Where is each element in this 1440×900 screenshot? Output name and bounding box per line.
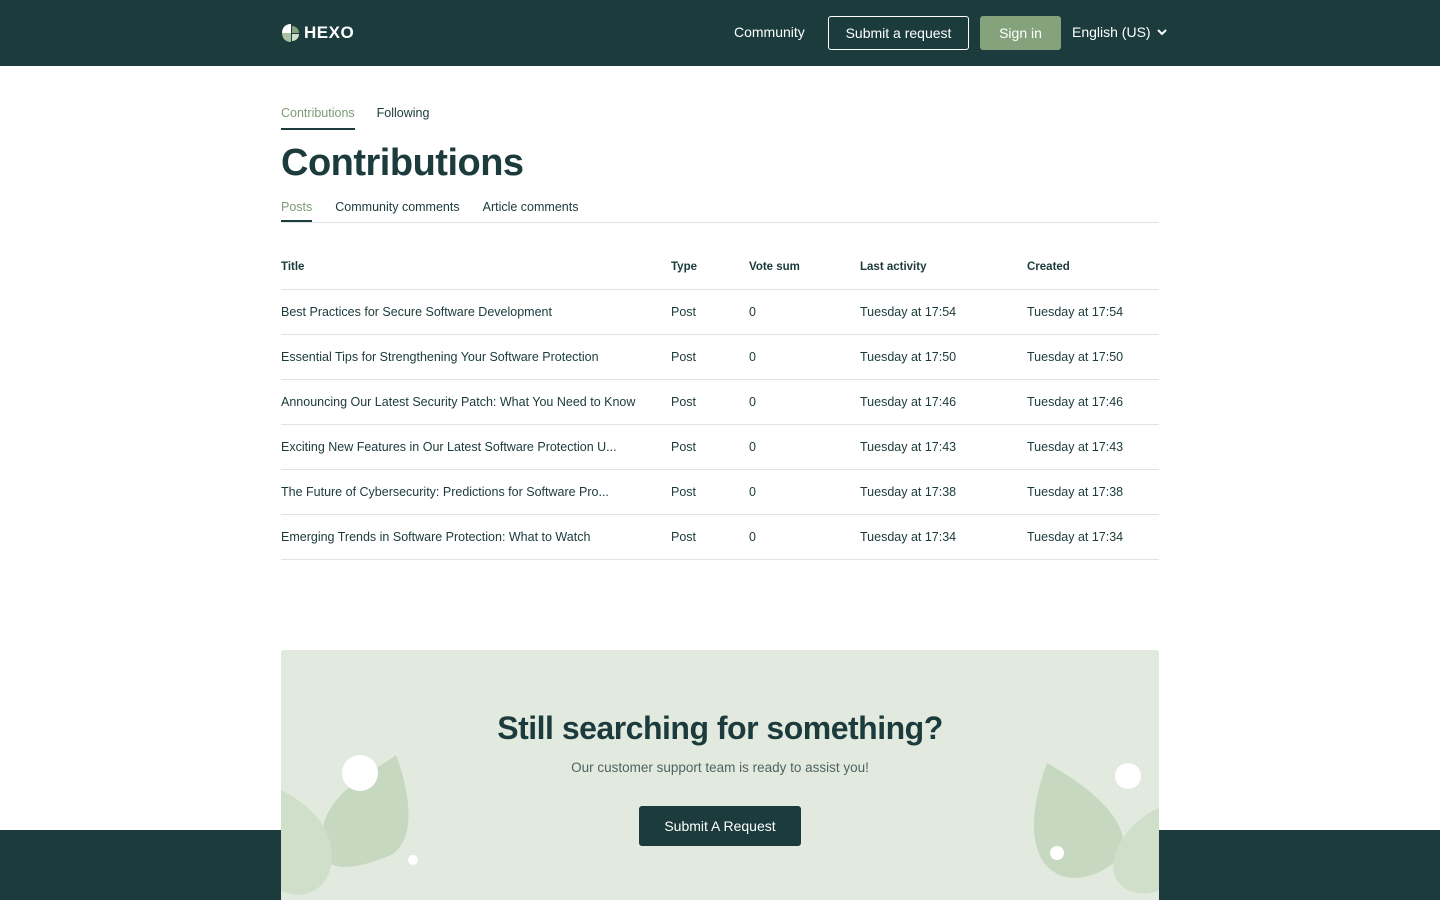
tab-article-comments[interactable]: Article comments <box>483 199 579 222</box>
column-header-type[interactable]: Type <box>671 261 749 273</box>
cta-title: Still searching for something? <box>497 710 943 746</box>
vote-sum: 0 <box>749 350 756 364</box>
language-selector[interactable]: English (US) <box>1072 22 1167 42</box>
tab-posts[interactable]: Posts <box>281 199 313 222</box>
table-row: The Future of Cybersecurity: Predictions… <box>281 470 1159 515</box>
logo-text: HEXO <box>304 23 355 42</box>
site-header: HEXO Community Submit a request Sign in … <box>0 0 1440 66</box>
cta-subtitle: Our customer support team is ready to as… <box>571 760 869 775</box>
last-activity: Tuesday at 17:38 <box>860 485 957 499</box>
leaf-decoration-right-icon <box>1033 763 1159 894</box>
chevron-down-icon <box>1156 28 1167 35</box>
table-row: Exciting New Features in Our Latest Soft… <box>281 425 1159 470</box>
post-type: Post <box>671 305 697 319</box>
created-date: Tuesday at 17:46 <box>1027 395 1124 409</box>
table-header: Title Type Vote sum Last activity Create… <box>281 245 1159 290</box>
created-date: Tuesday at 17:50 <box>1027 350 1124 364</box>
tab-following[interactable]: Following <box>377 104 430 130</box>
contributions-table: Title Type Vote sum Last activity Create… <box>281 245 1159 560</box>
last-activity: Tuesday at 17:34 <box>860 530 957 544</box>
vote-sum: 0 <box>749 530 756 544</box>
vote-sum: 0 <box>749 395 756 409</box>
hexo-logo[interactable]: HEXO <box>281 22 354 44</box>
logo-mark-icon <box>282 24 299 42</box>
column-header-created[interactable]: Created <box>1027 261 1159 273</box>
tab-contributions[interactable]: Contributions <box>281 104 355 130</box>
table-row: Emerging Trends in Software Protection: … <box>281 515 1159 560</box>
created-date: Tuesday at 17:38 <box>1027 485 1124 499</box>
vote-sum: 0 <box>749 485 756 499</box>
last-activity: Tuesday at 17:54 <box>860 305 957 319</box>
created-date: Tuesday at 17:34 <box>1027 530 1124 544</box>
table-row: Best Practices for Secure Software Devel… <box>281 290 1159 335</box>
post-type: Post <box>671 440 697 454</box>
support-cta-section: Still searching for something? Our custo… <box>281 650 1159 900</box>
post-title-link[interactable]: The Future of Cybersecurity: Predictions… <box>281 485 671 499</box>
language-label: English (US) <box>1072 24 1151 40</box>
last-activity: Tuesday at 17:50 <box>860 350 957 364</box>
contribution-type-tabs: Posts Community comments Article comment… <box>281 199 1159 223</box>
post-type: Post <box>671 395 697 409</box>
column-header-vote-sum[interactable]: Vote sum <box>749 261 860 273</box>
nav-community-link[interactable]: Community <box>734 22 805 42</box>
table-row: Announcing Our Latest Security Patch: Wh… <box>281 380 1159 425</box>
vote-sum: 0 <box>749 440 756 454</box>
sign-in-button[interactable]: Sign in <box>980 16 1061 50</box>
page-title: Contributions <box>281 142 524 184</box>
post-type: Post <box>671 530 697 544</box>
post-title-link[interactable]: Essential Tips for Strengthening Your So… <box>281 350 671 364</box>
post-title-link[interactable]: Best Practices for Secure Software Devel… <box>281 305 671 319</box>
post-type: Post <box>671 350 697 364</box>
last-activity: Tuesday at 17:46 <box>860 395 957 409</box>
last-activity: Tuesday at 17:43 <box>860 440 957 454</box>
submit-a-request-button[interactable]: Submit A Request <box>639 806 801 846</box>
tab-community-comments[interactable]: Community comments <box>335 199 459 222</box>
post-title-link[interactable]: Exciting New Features in Our Latest Soft… <box>281 440 671 454</box>
profile-tabs: Contributions Following <box>281 104 429 130</box>
created-date: Tuesday at 17:43 <box>1027 440 1124 454</box>
post-title-link[interactable]: Announcing Our Latest Security Patch: Wh… <box>281 395 671 409</box>
vote-sum: 0 <box>749 305 756 319</box>
submit-request-button[interactable]: Submit a request <box>828 16 969 50</box>
table-row: Essential Tips for Strengthening Your So… <box>281 335 1159 380</box>
post-title-link[interactable]: Emerging Trends in Software Protection: … <box>281 530 671 544</box>
post-type: Post <box>671 485 697 499</box>
column-header-last-activity[interactable]: Last activity <box>860 261 1027 273</box>
created-date: Tuesday at 17:54 <box>1027 305 1124 319</box>
column-header-title[interactable]: Title <box>281 261 671 273</box>
